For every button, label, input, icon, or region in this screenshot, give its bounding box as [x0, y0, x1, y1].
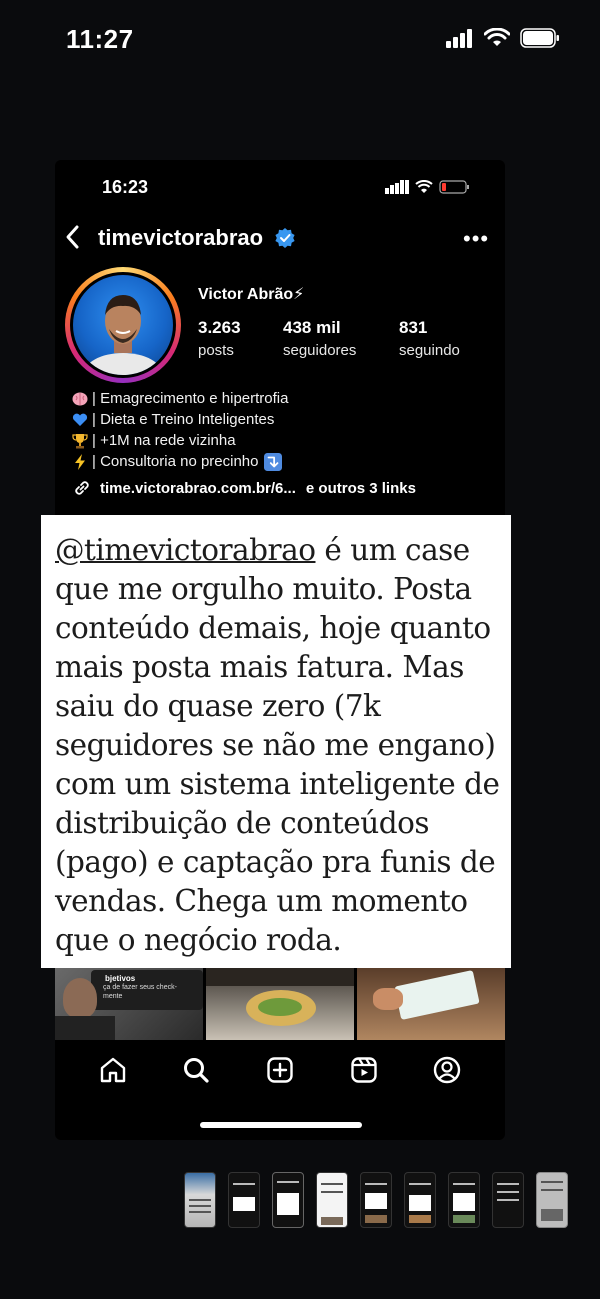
caption-line: @timevictorabrao é um case — [55, 531, 501, 570]
thumbnail[interactable] — [536, 1172, 568, 1228]
battery-low-icon — [439, 180, 469, 194]
arrow-down-right-emoji-icon — [263, 452, 282, 471]
post-overlay-text: ça de fazer seus check- — [103, 984, 177, 991]
caption-line: vendas. Chega um momento — [55, 884, 468, 918]
wifi-icon — [415, 180, 433, 193]
home-icon[interactable] — [98, 1055, 128, 1085]
back-icon[interactable] — [63, 224, 83, 250]
thumbnail-strip — [184, 1172, 600, 1234]
bio-line: | +1M na rede vizinha — [72, 430, 289, 451]
thumbnail[interactable] — [272, 1172, 304, 1228]
caption-card: @timevictorabrao é um case que me orgulh… — [41, 515, 511, 968]
bio-text: | Consultoria no precinho — [92, 453, 259, 470]
verified-badge-icon — [275, 228, 295, 248]
profile-link-url[interactable]: time.victorabrao.com.br/6... — [100, 480, 296, 497]
profile-display-name: Victor Abrão⚡ — [198, 286, 305, 303]
inner-status-time: 16:23 — [102, 177, 149, 197]
stat-label: seguidores — [283, 342, 357, 359]
profile-username: timevictorabrao — [98, 225, 264, 250]
reels-icon[interactable] — [349, 1055, 379, 1085]
status-bar: 11:27 — [0, 0, 600, 80]
bio-text: | +1M na rede vizinha — [92, 432, 236, 449]
signal-icon — [446, 29, 472, 48]
thumbnail[interactable] — [404, 1172, 436, 1228]
lightning-emoji-icon — [75, 453, 85, 470]
thumbnail[interactable] — [448, 1172, 480, 1228]
stat-followers[interactable]: 438 mil seguidores — [283, 318, 356, 359]
brain-emoji-icon — [72, 392, 88, 405]
status-icons — [446, 28, 560, 48]
thumbnail[interactable] — [360, 1172, 392, 1228]
battery-icon — [520, 28, 559, 48]
post-thumbnail[interactable] — [206, 968, 354, 1040]
create-icon[interactable] — [265, 1055, 295, 1085]
caption-line: com um sistema inteligente de — [55, 767, 500, 801]
caption-line: saiu do quase zero (7k — [55, 689, 381, 723]
stat-following[interactable]: 831 seguindo — [399, 318, 460, 359]
mention-link[interactable]: @timevictorabrao — [55, 533, 316, 567]
caption-line: seguidores se não me engano) — [55, 728, 496, 762]
caption-line: distribuição de conteúdos — [55, 806, 430, 840]
caption-line: conteúdo demais, hoje quanto — [55, 611, 491, 645]
avatar[interactable] — [65, 267, 181, 383]
post-thumbnail[interactable]: bjetivos ça de fazer seus check- mente — [55, 968, 203, 1040]
bio-line: | Dieta e Treino Inteligentes — [72, 409, 289, 430]
home-indicator[interactable] — [200, 1122, 362, 1128]
profile-bio: | Emagrecimento e hipertrofia | Dieta e … — [72, 388, 289, 472]
post-thumbnail[interactable] — [357, 968, 505, 1040]
trophy-emoji-icon — [72, 433, 88, 448]
avatar-photo — [73, 275, 173, 375]
signal-icon — [385, 180, 409, 194]
inner-status-bar: 16:23 — [55, 160, 505, 216]
post-overlay-text: mente — [103, 993, 123, 1000]
thumbnail[interactable] — [316, 1172, 348, 1228]
caption-text: é um case — [315, 533, 470, 567]
more-options-icon[interactable]: ••• — [463, 226, 489, 252]
profile-icon[interactable] — [432, 1055, 462, 1085]
stat-posts[interactable]: 3.263 posts — [198, 318, 241, 359]
profile-links[interactable]: time.victorabrao.com.br/6... e outros 3 … — [72, 478, 416, 498]
posts-grid: bjetivos ça de fazer seus check- mente — [55, 968, 505, 1040]
caption-line: mais posta mais fatura. Mas — [55, 650, 464, 684]
stat-value: 438 mil — [283, 318, 341, 337]
stat-label: seguindo — [399, 342, 460, 359]
post-overlay-title: bjetivos — [105, 974, 136, 983]
inner-status-icons — [385, 180, 471, 194]
bio-line: | Emagrecimento e hipertrofia — [72, 388, 289, 409]
wifi-icon — [484, 28, 510, 46]
bio-text: | Dieta e Treino Inteligentes — [92, 411, 275, 428]
caption-line: (pago) e captação pra funis de — [55, 845, 496, 879]
link-icon — [75, 481, 89, 495]
bio-line: | Consultoria no precinho — [72, 451, 289, 472]
search-icon[interactable] — [181, 1055, 211, 1085]
thumbnail[interactable] — [492, 1172, 524, 1228]
bio-text: | Emagrecimento e hipertrofia — [92, 390, 289, 407]
thumbnail[interactable] — [228, 1172, 260, 1228]
status-time: 11:27 — [66, 24, 134, 54]
bottom-tab-bar — [55, 1040, 505, 1100]
caption-line: que o negócio roda. — [55, 923, 342, 957]
blue-heart-emoji-icon — [72, 413, 88, 426]
stat-value: 831 — [399, 318, 428, 337]
caption-line: que me orgulho muito. Posta — [55, 572, 472, 606]
profile-header: timevictorabrao ••• — [55, 216, 505, 260]
more-links[interactable]: e outros 3 links — [306, 480, 416, 497]
stat-label: posts — [198, 342, 234, 359]
stat-value: 3.263 — [198, 318, 241, 337]
thumbnail[interactable] — [184, 1172, 216, 1228]
